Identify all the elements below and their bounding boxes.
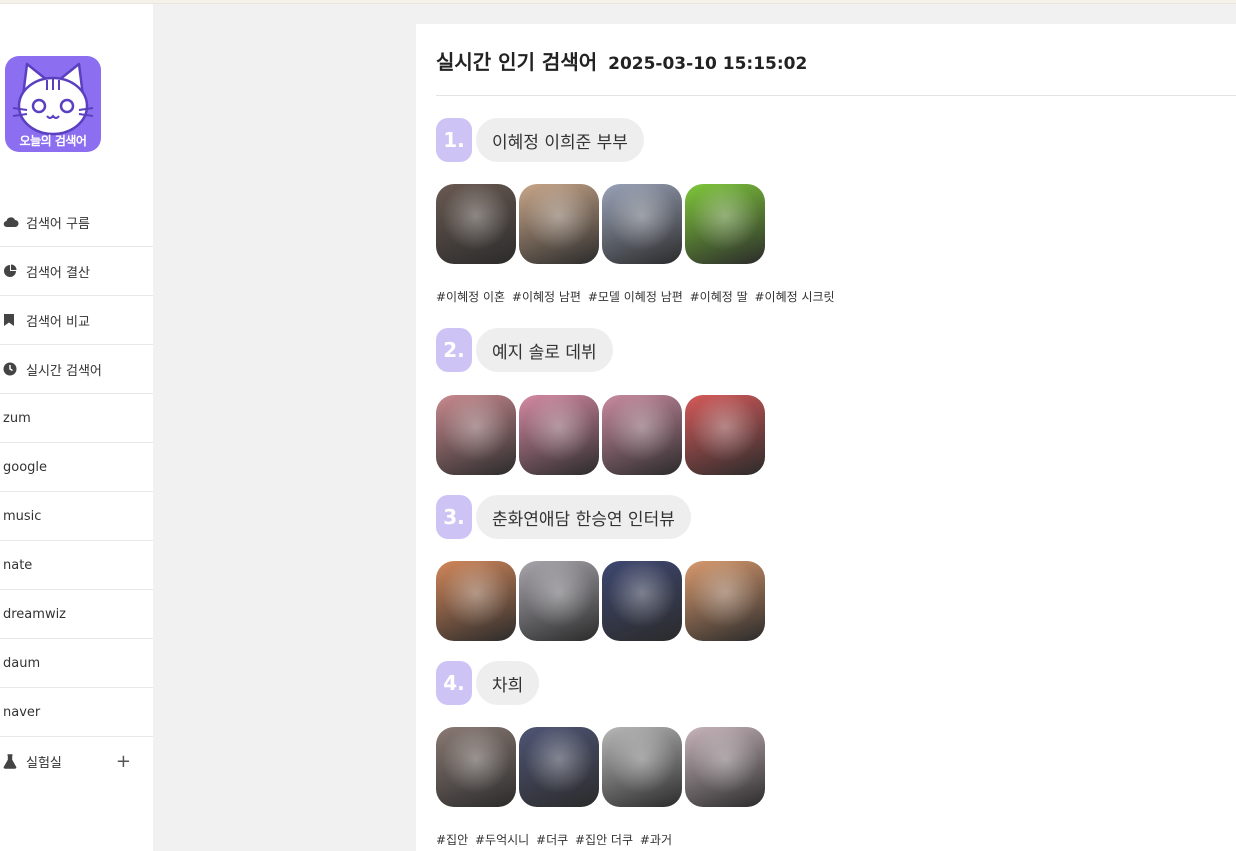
- sidebar-item-label: dreamwiz: [3, 606, 67, 622]
- sidebar-item-google[interactable]: google: [0, 443, 153, 492]
- rank-number: 3.: [436, 495, 472, 539]
- page-title: 실시간 인기 검색어 2025-03-10 15:15:02: [436, 46, 807, 75]
- tag-link[interactable]: #집안 더쿠: [575, 833, 633, 847]
- tag-list: #이혜정 이혼 #이혜정 남편 #모델 이혜정 남편 #이혜정 딸 #이혜정 시…: [436, 288, 838, 305]
- expand-lab-button[interactable]: +: [116, 751, 131, 772]
- thumbnail-image[interactable]: [685, 184, 765, 264]
- sidebar-item-label: naver: [3, 704, 41, 720]
- tag-link[interactable]: #이혜정 시크릿: [754, 290, 834, 304]
- tag-link[interactable]: #더쿠: [536, 833, 568, 847]
- thumbnail-image[interactable]: [685, 727, 765, 807]
- sidebar-item-label: 실시간 검색어: [26, 363, 102, 379]
- sidebar-item-label: daum: [3, 655, 41, 671]
- sidebar-item-naver[interactable]: naver: [0, 688, 153, 737]
- pie-chart-icon: [3, 264, 21, 278]
- tag-link[interactable]: #과거: [640, 833, 672, 847]
- thumbnail-image[interactable]: [436, 561, 516, 641]
- thumbnail-image[interactable]: [602, 561, 682, 641]
- sidebar-item-keyword-compare[interactable]: 검색어 비교: [0, 296, 153, 345]
- sidebar-item-music[interactable]: music: [0, 492, 153, 541]
- bookmark-icon: [3, 313, 21, 327]
- sidebar-item-label: zum: [3, 410, 31, 426]
- tag-link[interactable]: #이혜정 딸: [690, 290, 748, 304]
- thumbnail-image[interactable]: [519, 561, 599, 641]
- thumbnail-image[interactable]: [519, 727, 599, 807]
- sidebar-item-label: 검색어 결산: [26, 265, 90, 281]
- realtime-keywords-card: 실시간 인기 검색어 2025-03-10 15:15:02 1. 이혜정 이희…: [416, 24, 1236, 851]
- thumbnail-image[interactable]: [436, 395, 516, 475]
- sidebar-item-dreamwiz[interactable]: dreamwiz: [0, 590, 153, 639]
- cloud-icon: [3, 215, 21, 229]
- tag-list: #집안 #두억시니 #더쿠 #집안 더쿠 #과거: [436, 831, 675, 848]
- thumbnail-image[interactable]: [685, 561, 765, 641]
- keyword-pill[interactable]: 차희: [476, 661, 540, 705]
- sidebar-item-keyword-cloud[interactable]: 검색어 구름: [0, 198, 153, 247]
- thumbnail-row: [436, 561, 768, 641]
- keyword-pill[interactable]: 예지 솔로 데뷔: [476, 328, 613, 372]
- sidebar-menu: 검색어 구름 검색어 결산 검색어 비교 실시간 검색어 zum google: [0, 198, 153, 786]
- thumbnail-image[interactable]: [519, 395, 599, 475]
- thumbnail-image[interactable]: [602, 395, 682, 475]
- thumbnail-image[interactable]: [685, 395, 765, 475]
- clock-icon: [3, 362, 21, 376]
- sidebar-item-label: 실험실: [26, 756, 62, 771]
- thumbnail-image[interactable]: [436, 727, 516, 807]
- sidebar-item-label: google: [3, 459, 48, 475]
- sidebar-item-daum[interactable]: daum: [0, 639, 153, 688]
- page-title-text: 실시간 인기 검색어: [436, 50, 598, 74]
- rank-item-1: 1. 이혜정 이희준 부부: [436, 118, 644, 162]
- rank-item-3: 3. 춘화연애담 한승연 인터뷰: [436, 495, 691, 539]
- thumbnail-row: [436, 727, 768, 807]
- thumbnail-row: [436, 184, 768, 264]
- thumbnail-image[interactable]: [519, 184, 599, 264]
- thumbnail-image[interactable]: [602, 184, 682, 264]
- top-bar: [0, 0, 1236, 4]
- sidebar: 오늘의 검색어 검색어 구름 검색어 결산 검색어 비교 실시간 검색어 zum…: [0, 4, 153, 851]
- thumbnail-row: [436, 395, 768, 475]
- logo[interactable]: 오늘의 검색어: [5, 56, 101, 152]
- sidebar-item-label: music: [3, 508, 42, 524]
- tag-link[interactable]: #집안: [436, 833, 468, 847]
- flask-icon: [3, 754, 21, 769]
- rank-item-4: 4. 차희: [436, 661, 540, 705]
- logo-text: 오늘의 검색어: [19, 134, 87, 148]
- tag-link[interactable]: #이혜정 이혼: [436, 290, 505, 304]
- tag-link[interactable]: #모델 이혜정 남편: [588, 290, 683, 304]
- tag-link[interactable]: #이혜정 남편: [512, 290, 581, 304]
- thumbnail-image[interactable]: [602, 727, 682, 807]
- rank-number: 1.: [436, 118, 472, 162]
- sidebar-item-label: nate: [3, 557, 33, 573]
- thumbnail-image[interactable]: [436, 184, 516, 264]
- rank-number: 4.: [436, 661, 472, 705]
- rank-number: 2.: [436, 328, 472, 372]
- sidebar-item-lab[interactable]: 실험실 +: [0, 737, 153, 786]
- divider: [436, 95, 1236, 96]
- sidebar-item-realtime[interactable]: 실시간 검색어: [0, 345, 153, 394]
- sidebar-item-zum[interactable]: zum: [0, 394, 153, 443]
- sidebar-item-label: 검색어 구름: [26, 216, 90, 232]
- rank-item-2: 2. 예지 솔로 데뷔: [436, 328, 613, 372]
- timestamp: 2025-03-10 15:15:02: [608, 54, 808, 74]
- sidebar-item-label: 검색어 비교: [26, 314, 90, 330]
- keyword-pill[interactable]: 이혜정 이희준 부부: [476, 118, 644, 162]
- tag-link[interactable]: #두억시니: [475, 833, 529, 847]
- sidebar-item-nate[interactable]: nate: [0, 541, 153, 590]
- sidebar-item-keyword-summary[interactable]: 검색어 결산: [0, 247, 153, 296]
- keyword-pill[interactable]: 춘화연애담 한승연 인터뷰: [476, 495, 691, 539]
